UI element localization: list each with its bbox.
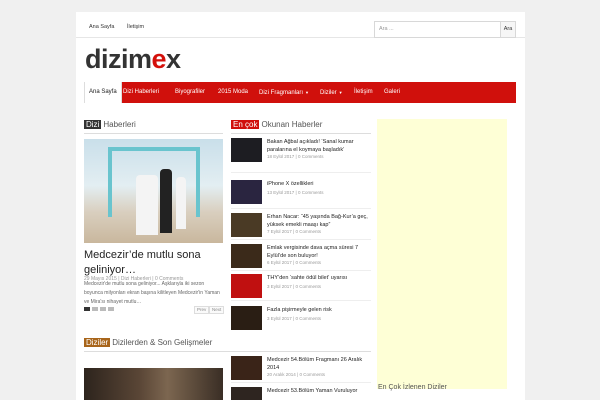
list-item-meta: 3 Eylül 2017 | 0 Comments (267, 284, 321, 289)
section-title-dizi-haberleri: Dizi Haberleri (84, 119, 136, 131)
list-item-title[interactable]: Erhan Nacar: “45 yaşında Bağ-Kur’a geç, … (267, 213, 371, 229)
list-item-date: 6 Eylül 2017 (267, 260, 292, 265)
page-container: Ana Sayfa İletişim Ara ... Ara dizimex A… (76, 12, 525, 400)
post-comments[interactable]: 0 Comments (155, 276, 183, 282)
list-item-thumbnail[interactable] (231, 213, 262, 237)
list-separator (231, 300, 371, 301)
list-item-thumbnail[interactable] (231, 274, 262, 298)
section-divider (231, 133, 371, 134)
section-tag: Diziler (84, 338, 111, 347)
search-input[interactable]: Ara ... (374, 21, 501, 38)
list-item-title[interactable]: Emlak vergisinde dava açma süresi 7 Eylü… (267, 244, 371, 260)
list-item-date: 13 Eylül 2017 (267, 190, 295, 195)
list-item-comments[interactable]: 0 Comments (295, 284, 321, 289)
list-item-meta: 3 Eylül 2017 | 0 Comments (267, 316, 321, 321)
next-button[interactable]: Next (209, 306, 225, 314)
top-bar: Ana Sayfa İletişim Ara ... Ara (76, 12, 525, 38)
logo-text-end: x (166, 44, 181, 74)
nav-item-diziler-label: Diziler (320, 90, 337, 96)
series-featured-image[interactable] (84, 368, 223, 400)
section-divider (84, 351, 371, 352)
nav-item-dizi-haberleri[interactable]: Dizi Haberleri (123, 82, 159, 103)
post-date: 29 Mayıs 2015 (84, 276, 117, 282)
list-item-title[interactable]: THY’den ‘sahte ödül bilet’ uyarısı (267, 274, 371, 282)
nav-item-iletisim[interactable]: İletişim (354, 82, 373, 103)
slider-dot-4[interactable] (108, 307, 114, 311)
list-item-thumbnail[interactable] (231, 138, 262, 162)
list-item-meta: 6 Eylül 2017 | 0 Comments (267, 260, 321, 265)
list-item-date: 7 Eylül 2017 (267, 229, 292, 234)
post-category[interactable]: Dizi Haberleri (121, 276, 151, 282)
nav-item-dizi-fragmanlari-label: Dizi Fragmanları (259, 90, 304, 96)
list-item-date: 18 Eylül 2017 (267, 154, 295, 159)
list-item-meta: 20 Aralık 2014 | 0 Comments (267, 372, 325, 377)
list-item-thumbnail[interactable] (231, 306, 262, 330)
logo-accent-letter: e (151, 44, 167, 74)
main-nav: Ana Sayfa Dizi Haberleri Biyografiler 20… (84, 82, 516, 103)
list-item-date: 3 Eylül 2017 (267, 316, 292, 321)
top-link-contact[interactable]: İletişim (127, 24, 144, 30)
featured-post-excerpt: Medcezir'de mutlu sona geliniyor... Aşkl… (84, 281, 220, 305)
prev-button[interactable]: Prev (194, 306, 210, 314)
featured-image[interactable] (84, 139, 223, 243)
nav-item-home[interactable]: Ana Sayfa (84, 82, 122, 103)
section-title-rest: Haberleri (103, 120, 136, 129)
nav-item-2015-moda[interactable]: 2015 Moda (218, 82, 248, 103)
list-separator (231, 382, 371, 383)
list-item-date: 20 Aralık 2014 (267, 372, 296, 377)
nav-item-dizi-fragmanlari[interactable]: Dizi Fragmanları ▼ (259, 82, 309, 103)
list-separator (231, 208, 371, 209)
list-item-title[interactable]: Medcezir 53.Bölüm Yaman Vuruluyor (267, 387, 371, 395)
list-item-title[interactable]: Medcezir 54.Bölüm Fragmanı 26 Aralık 201… (267, 356, 371, 372)
top-link-home[interactable]: Ana Sayfa (89, 24, 114, 30)
section-title-rest: Dizilerden & Son Gelişmeler (112, 338, 213, 347)
list-item-title[interactable]: Fazla pişirmeyle gelen risk (267, 306, 371, 314)
section-divider (84, 133, 223, 134)
list-item-meta: 13 Eylül 2017 | 0 Comments (267, 190, 324, 195)
list-separator (231, 172, 371, 173)
list-item-thumbnail[interactable] (231, 180, 262, 204)
list-item-comments[interactable]: 0 Comments (298, 154, 324, 159)
section-title-rest: Okunan Haberler (261, 120, 323, 129)
nav-item-biyografiler[interactable]: Biyografiler (175, 82, 205, 103)
list-item-title[interactable]: iPhone X özellikleri (267, 180, 371, 188)
sidebar-ad-placeholder (377, 119, 507, 389)
list-item-meta: 18 Eylül 2017 | 0 Comments (267, 154, 324, 159)
list-item-thumbnail[interactable] (231, 244, 262, 268)
section-title-en-cok-okunan: En çok Okunan Haberler (231, 119, 322, 131)
list-item-comments[interactable]: 0 Comments (298, 190, 324, 195)
list-item-thumbnail[interactable] (231, 356, 262, 380)
list-separator (231, 239, 371, 240)
slider-dot-1[interactable] (84, 307, 90, 311)
section-tag: En çok (231, 120, 260, 129)
slider-dot-2[interactable] (92, 307, 98, 311)
nav-item-galeri[interactable]: Galeri (384, 82, 400, 103)
chevron-down-icon: ▼ (305, 90, 309, 95)
list-item-comments[interactable]: 0 Comments (295, 316, 321, 321)
slider-dot-3[interactable] (100, 307, 106, 311)
list-separator (231, 270, 371, 271)
section-title-diziler: Diziler Dizilerden & Son Gelişmeler (84, 337, 212, 349)
logo-text-start: dizim (85, 44, 152, 74)
bride-figure (136, 175, 158, 235)
list-item-title[interactable]: Bakan Ağbal açıkladı! ‘Sanal kumar paral… (267, 138, 371, 154)
list-item-comments[interactable]: 0 Comments (299, 372, 325, 377)
section-tag: Dizi (84, 120, 102, 129)
chevron-down-icon: ▼ (338, 90, 343, 95)
featured-post-meta: 29 Mayıs 2015 | Dizi Haberleri | 0 Comme… (84, 276, 184, 282)
site-logo[interactable]: dizimex (85, 45, 181, 73)
nav-item-diziler[interactable]: Diziler ▼ (320, 82, 343, 103)
list-item-date: 3 Eylül 2017 (267, 284, 292, 289)
search-button[interactable]: Ara (500, 21, 516, 38)
featured-post-title[interactable]: Medcezir’de mutlu sona geliniyor… (84, 248, 224, 278)
list-item-comments[interactable]: 0 Comments (295, 229, 321, 234)
list-item-comments[interactable]: 0 Comments (295, 260, 321, 265)
guest-figure (176, 177, 186, 229)
list-item-thumbnail[interactable] (231, 387, 262, 400)
list-item-meta: 7 Eylül 2017 | 0 Comments (267, 229, 321, 234)
groom-figure (160, 169, 172, 233)
sidebar-title: En Çok İzlenen Diziler (378, 384, 447, 391)
